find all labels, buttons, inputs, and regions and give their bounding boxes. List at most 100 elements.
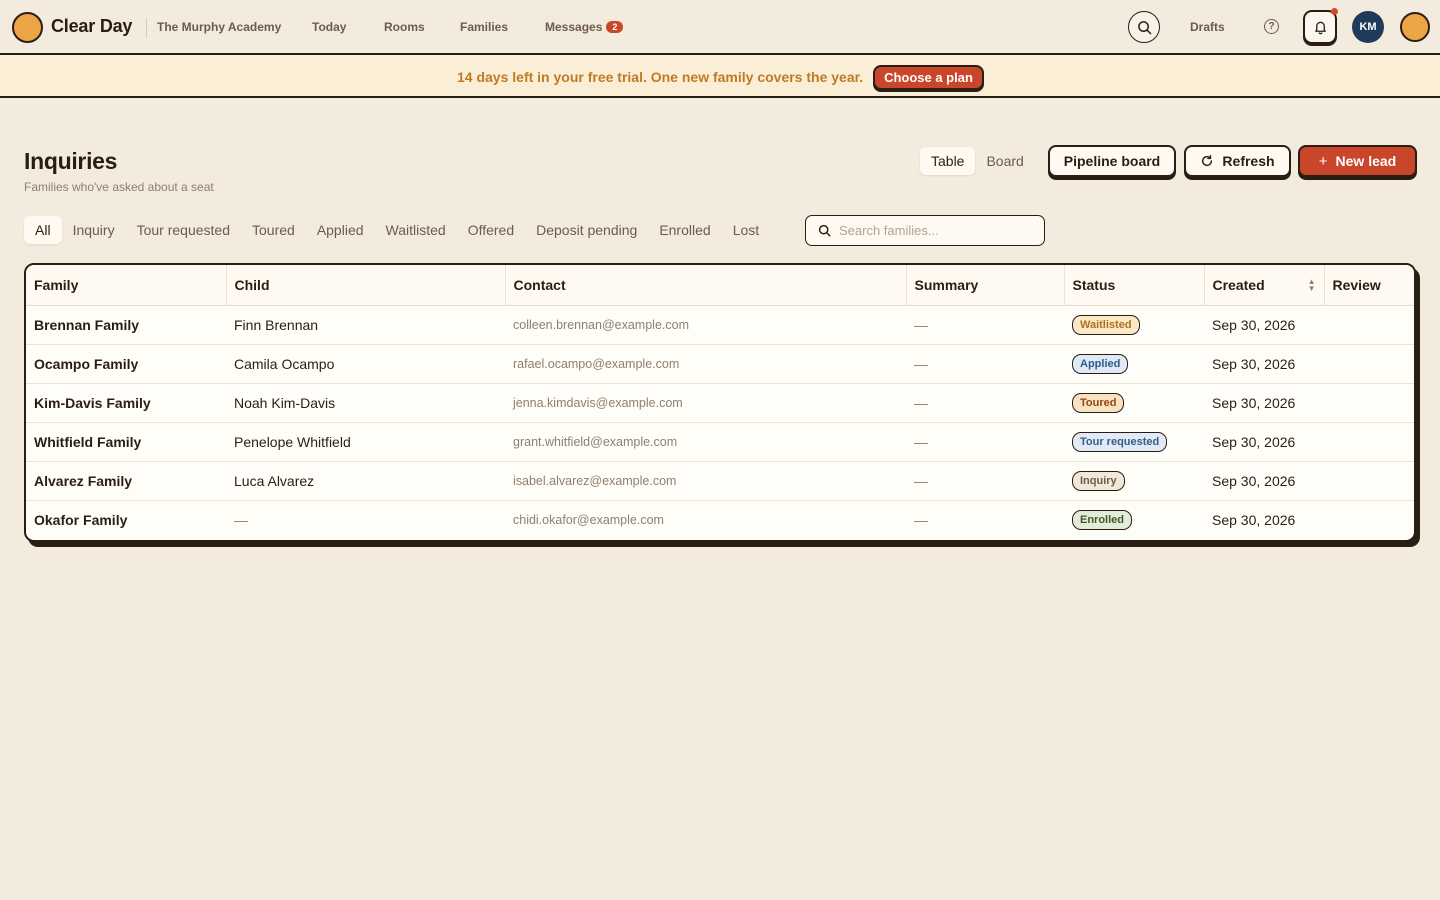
table-row[interactable]: Ocampo Family Camila Ocampo rafael.ocamp…: [26, 344, 1414, 384]
tab-deposit-pending[interactable]: Deposit pending: [525, 216, 648, 244]
column-review[interactable]: Review: [1324, 265, 1414, 306]
status-filter-tabs: All Inquiry Tour requested Toured Applie…: [24, 216, 770, 244]
status-badge: Toured: [1072, 392, 1125, 413]
page-title: Inquiries: [24, 148, 118, 174]
tab-enrolled[interactable]: Enrolled: [648, 216, 721, 244]
created-date: Sep 30, 2026: [1204, 383, 1324, 423]
status-cell: Enrolled: [1064, 500, 1204, 539]
tab-lost[interactable]: Lost: [722, 216, 770, 244]
sort-icon[interactable]: ▲ ▼: [1308, 278, 1316, 293]
child-name: Camila Ocampo: [226, 344, 505, 384]
summary: —: [914, 511, 928, 528]
table-row[interactable]: Whitfield Family Penelope Whitfield gran…: [26, 422, 1414, 462]
refresh-button[interactable]: Refresh: [1184, 145, 1291, 177]
created-date: Sep 30, 2026: [1204, 305, 1324, 345]
review-cell: [1324, 461, 1414, 501]
table-header-row: Family Child Contact Summary Status Crea…: [26, 265, 1414, 306]
view-board-option[interactable]: Board: [975, 147, 1034, 175]
view-table-option[interactable]: Table: [920, 147, 976, 175]
search-input[interactable]: Search families...: [805, 215, 1045, 246]
child-name: Luca Alvarez: [226, 461, 505, 501]
tab-all[interactable]: All: [24, 216, 62, 244]
status-badge: Tour requested: [1072, 431, 1168, 452]
family-name[interactable]: Alvarez Family: [26, 461, 226, 501]
child-name: Noah Kim-Davis: [226, 383, 505, 423]
inquiries-table: Family Child Contact Summary Status Crea…: [24, 263, 1416, 542]
created-date: Sep 30, 2026: [1204, 344, 1324, 384]
nav-messages[interactable]: Messages 2: [545, 20, 624, 34]
search-placeholder: Search families...: [839, 223, 939, 238]
status-badge: Applied: [1072, 353, 1129, 374]
search-button[interactable]: [1128, 11, 1160, 43]
status-cell: Applied: [1064, 344, 1204, 384]
drafts-link[interactable]: Drafts: [1190, 20, 1225, 34]
logo-icon[interactable]: [12, 12, 43, 43]
choose-plan-button[interactable]: Choose a plan: [873, 65, 984, 90]
brand-name[interactable]: Clear Day: [51, 16, 132, 37]
contact-email: grant.whitfield@example.com: [505, 422, 906, 462]
review-cell: [1324, 422, 1414, 462]
summary: —: [906, 344, 1064, 384]
refresh-label: Refresh: [1222, 153, 1275, 169]
nav-today[interactable]: Today: [312, 20, 346, 34]
status-cell: Waitlisted: [1064, 305, 1204, 345]
created-date: Sep 30, 2026: [1212, 511, 1296, 528]
summary: —: [906, 305, 1064, 345]
created-date: Sep 30, 2026: [1204, 422, 1324, 462]
child-name: Penelope Whitfield: [226, 422, 505, 462]
review-cell: [1324, 344, 1414, 384]
pipeline-board-button[interactable]: Pipeline board: [1048, 145, 1176, 177]
nav-rooms[interactable]: Rooms: [384, 20, 425, 34]
column-summary[interactable]: Summary: [906, 265, 1065, 306]
divider: [146, 18, 147, 38]
search-icon: [1137, 20, 1151, 34]
tab-toured[interactable]: Toured: [241, 216, 306, 244]
view-toggle: Table Board: [920, 146, 1038, 176]
top-nav: Clear Day The Murphy Academy Today Rooms…: [0, 0, 1440, 55]
column-family[interactable]: Family: [26, 265, 227, 306]
nav-families[interactable]: Families: [460, 20, 508, 34]
child-name: Finn Brennan: [226, 305, 505, 345]
status-cell: Tour requested: [1064, 422, 1204, 462]
child-name: —: [234, 511, 248, 528]
tab-applied[interactable]: Applied: [306, 216, 375, 244]
column-created-label: Created: [1212, 276, 1265, 293]
page-subtitle: Families who've asked about a seat: [24, 180, 214, 194]
review-cell: [1324, 500, 1414, 539]
column-status[interactable]: Status: [1064, 265, 1205, 306]
table-row[interactable]: Kim-Davis Family Noah Kim-Davis jenna.ki…: [26, 383, 1414, 423]
family-name[interactable]: Whitfield Family: [26, 422, 226, 462]
notification-dot: [1331, 8, 1338, 15]
summary: —: [906, 422, 1064, 462]
notifications-button[interactable]: [1303, 8, 1338, 44]
tab-waitlisted[interactable]: Waitlisted: [375, 216, 457, 244]
column-child[interactable]: Child: [226, 265, 506, 306]
family-name[interactable]: Brennan Family: [26, 305, 226, 345]
status-cell: Toured: [1064, 383, 1204, 423]
summary: —: [906, 461, 1064, 501]
table-row[interactable]: Okafor Family — chidi.okafor@example.com…: [26, 500, 1414, 539]
user-avatar[interactable]: KM: [1352, 11, 1384, 43]
tab-inquiry[interactable]: Inquiry: [62, 216, 126, 244]
trial-message: 14 days left in your free trial. One new…: [457, 69, 864, 85]
help-icon[interactable]: ?: [1264, 19, 1279, 34]
contact-email: jenna.kimdavis@example.com: [505, 383, 906, 423]
tab-offered[interactable]: Offered: [457, 216, 525, 244]
new-lead-button[interactable]: + New lead: [1298, 145, 1417, 177]
column-created[interactable]: Created ▲ ▼: [1204, 265, 1325, 306]
column-contact[interactable]: Contact: [505, 265, 907, 306]
contact-email: colleen.brennan@example.com: [505, 305, 906, 345]
tab-tour-requested[interactable]: Tour requested: [126, 216, 241, 244]
table-row[interactable]: Alvarez Family Luca Alvarez isabel.alvar…: [26, 461, 1414, 501]
family-name[interactable]: Ocampo Family: [26, 344, 226, 384]
family-name[interactable]: Okafor Family: [26, 500, 226, 539]
family-name[interactable]: Kim-Davis Family: [26, 383, 226, 423]
trial-banner: 14 days left in your free trial. One new…: [0, 55, 1440, 98]
review-cell: [1324, 305, 1414, 345]
plus-icon: +: [1318, 152, 1328, 170]
school-avatar[interactable]: [1400, 12, 1430, 42]
summary: —: [906, 383, 1064, 423]
status-cell: Inquiry: [1064, 461, 1204, 501]
table-row[interactable]: Brennan Family Finn Brennan colleen.bren…: [26, 305, 1414, 345]
school-name-link[interactable]: The Murphy Academy: [157, 20, 281, 34]
